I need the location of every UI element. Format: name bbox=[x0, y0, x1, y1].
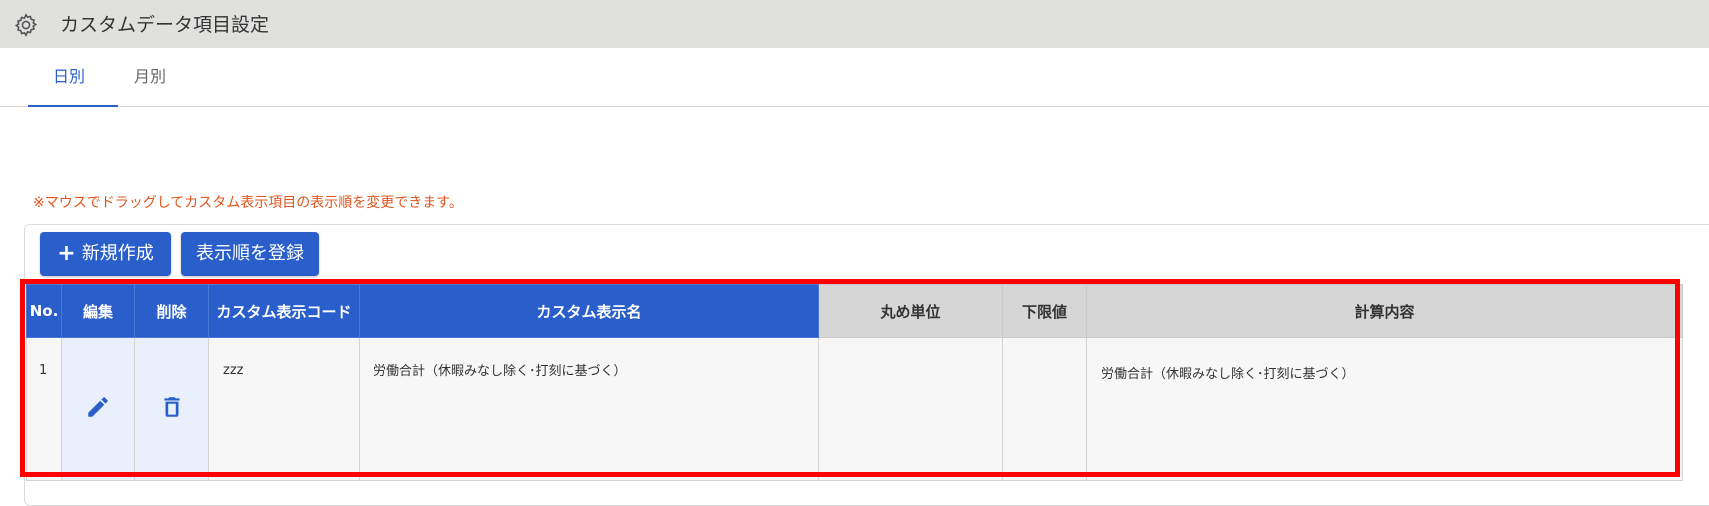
col-header-delete: 削除 bbox=[134, 284, 209, 338]
drag-notice: ※マウスでドラッグしてカスタム表示項目の表示順を変更できます。 bbox=[33, 195, 463, 211]
cell-code: zzz bbox=[208, 337, 360, 481]
table-header-row: No. 編集 削除 カスタム表示コード カスタム表示名 丸め単位 下限値 計算内… bbox=[26, 284, 1683, 338]
active-tab-indicator bbox=[28, 105, 118, 107]
title-bar: カスタムデータ項目設定 bbox=[0, 0, 1709, 48]
new-button[interactable]: + 新規作成 bbox=[40, 232, 171, 276]
cell-no: 1 bbox=[26, 337, 62, 481]
plus-icon: + bbox=[57, 241, 76, 266]
custom-name: 労働合計（休暇みなし除く･打刻に基づく） bbox=[373, 364, 627, 379]
custom-code: zzz bbox=[223, 363, 244, 378]
col-header-rounding: 丸め単位 bbox=[818, 284, 1003, 338]
register-order-button[interactable]: 表示順を登録 bbox=[181, 232, 319, 276]
col-header-no: No. bbox=[26, 284, 62, 338]
col-header-calc: 計算内容 bbox=[1086, 284, 1683, 338]
trash-icon[interactable] bbox=[159, 394, 185, 420]
cell-delete bbox=[134, 337, 209, 481]
new-button-label: 新規作成 bbox=[81, 243, 154, 264]
tab-bar: 日別 月別 bbox=[0, 48, 1709, 107]
row-number: 1 bbox=[39, 363, 48, 378]
cell-name: 労働合計（休暇みなし除く･打刻に基づく） bbox=[359, 337, 819, 481]
cell-calc: 労働合計（休暇みなし除く･打刻に基づく） bbox=[1086, 337, 1683, 481]
calc-content: 労働合計（休暇みなし除く･打刻に基づく） bbox=[1101, 367, 1355, 382]
tab-daily[interactable]: 日別 bbox=[53, 48, 85, 106]
col-header-code[interactable]: カスタム表示コード bbox=[208, 284, 360, 338]
pencil-icon[interactable] bbox=[85, 394, 111, 420]
custom-items-table: No. 編集 削除 カスタム表示コード カスタム表示名 丸め単位 下限値 計算内… bbox=[26, 284, 1683, 481]
table-row[interactable]: 1 zzz 労働合計（休暇みなし除く･打刻に基づく） 労働合計（休暇みなし除く･… bbox=[26, 337, 1683, 481]
cell-rounding bbox=[818, 337, 1003, 481]
cell-edit bbox=[61, 337, 135, 481]
col-header-lower-limit: 下限値 bbox=[1002, 284, 1087, 338]
col-header-name[interactable]: カスタム表示名 bbox=[359, 284, 819, 338]
page-title: カスタムデータ項目設定 bbox=[60, 14, 270, 36]
cell-lower-limit bbox=[1002, 337, 1087, 481]
tab-monthly[interactable]: 月別 bbox=[134, 48, 166, 106]
gear-icon[interactable] bbox=[14, 13, 38, 37]
col-header-edit: 編集 bbox=[61, 284, 135, 338]
